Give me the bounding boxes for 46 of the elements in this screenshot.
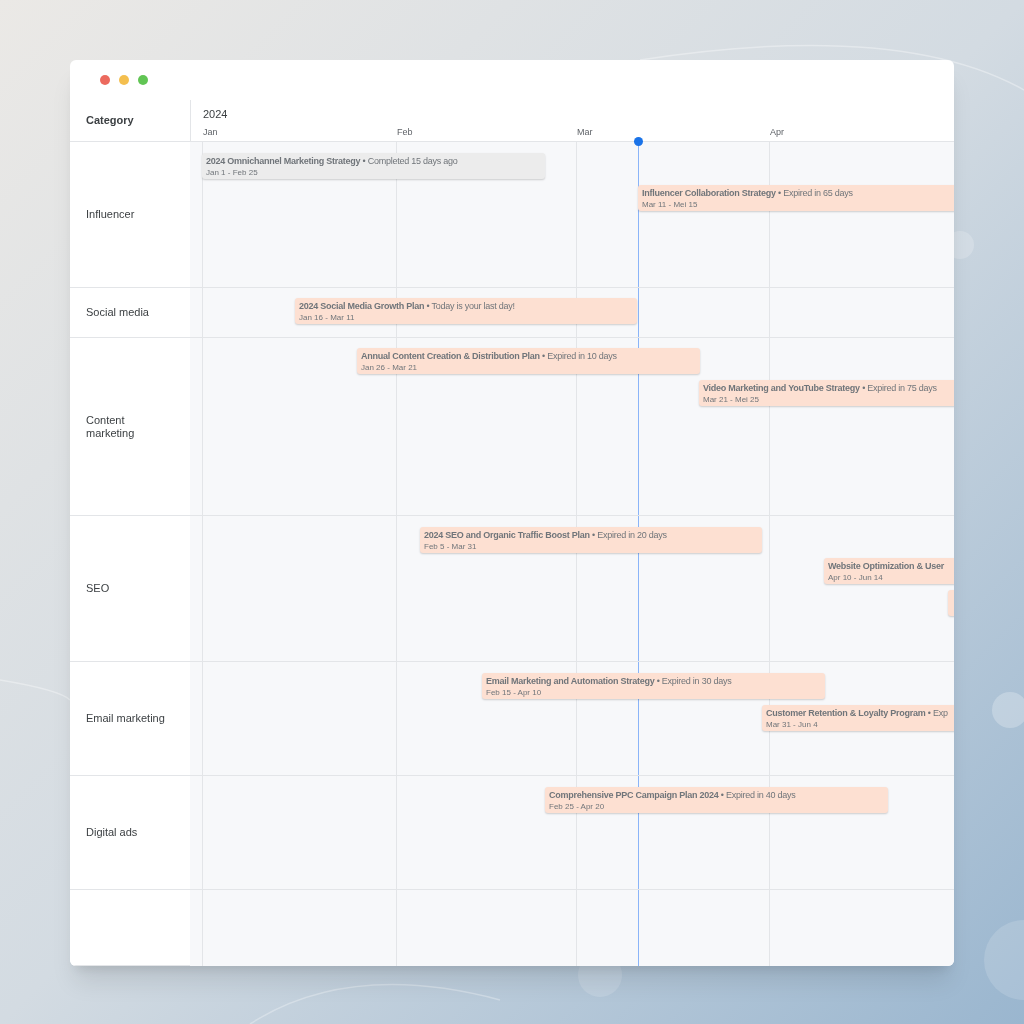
date-range: Jan 1 - Feb 25	[206, 167, 259, 178]
date-range: Jan 26 - Mar 21	[361, 362, 419, 373]
bar-title: Video Marketing and YouTube Strategy • Expired in 75 days	[703, 383, 938, 394]
category-label: Social media	[86, 306, 149, 319]
date-range: Mar 31 - Jun 4	[766, 719, 819, 730]
month-label: Jan	[203, 126, 218, 139]
timeline-bar[interactable]: 2024 Social Media Growth Plan • Today is your last day! Jan 16 - Mar 11	[295, 298, 637, 324]
timeline-bar[interactable]: Annual Content Creation & Distribution Plan • Expired in 10 days Jan 26 - Mar 21	[357, 348, 700, 374]
timeline-bar[interactable]: Video Marketing and YouTube Strategy • Expired in 75 days Mar 21 - Mei 25	[699, 380, 954, 406]
timeline-bar[interactable]: Customer Retention & Loyalty Program • Exp Mar 31 - Jun 4	[762, 705, 954, 731]
minimize-button[interactable]	[119, 75, 129, 85]
timeline-bar[interactable]: Comprehensive PPC Campaign Plan 2024 • Expired in 40 days Feb 25 - Apr 20	[545, 787, 888, 813]
today-marker	[634, 137, 643, 146]
column-header: Category	[86, 113, 134, 129]
timeline-bar[interactable]: 2024 SEO and Organic Traffic Boost Plan • Expired in 20 days Feb 5 - Mar 31	[420, 527, 762, 553]
bar-title: Customer Retention & Loyalty Program • Exp	[766, 708, 949, 719]
date-range: Feb 25 - Apr 20	[549, 801, 606, 812]
timeline-bar[interactable]: 2024 Omnichannel Marketing Strategy • Completed 15 days ago Jan 1 - Feb 25	[202, 153, 545, 179]
bar-title: Email Marketing and Automation Strategy • Expired in 30 days	[486, 676, 733, 687]
category-label: Digital ads	[86, 826, 138, 839]
bar-title: 2024 Social Media Growth Plan • Today is your last day!	[299, 301, 516, 312]
bar-title: 2024 SEO and Organic Traffic Boost Plan • Expired in 20 days	[424, 530, 668, 541]
date-range: Apr 10 - Jun 14	[828, 572, 884, 583]
bar-title: 2024 Omnichannel Marketing Strategy • Completed 15 days ago	[206, 156, 459, 167]
timeline-bar[interactable]: Website Optimization & User Apr 10 - Jun 14	[824, 558, 954, 584]
category-label: Email marketing	[86, 712, 165, 725]
month-label: Apr	[770, 126, 784, 139]
bar-title: Annual Content Creation & Distribution Plan • Expired in 10 days	[361, 351, 618, 362]
date-range: Jan 16 - Mar 11	[299, 312, 356, 323]
month-label: Feb	[397, 126, 413, 139]
category-label: SEO	[86, 582, 110, 595]
category-label: Content marketing	[86, 413, 136, 440]
bar-title: Website Optimization & User	[828, 561, 946, 572]
close-button[interactable]	[100, 75, 110, 85]
category-label: Influencer	[86, 208, 135, 221]
timeline-bar[interactable]: Email Marketing and Automation Strategy • Expired in 30 days Feb 15 - Apr 10	[482, 673, 825, 699]
bar-title: Comprehensive PPC Campaign Plan 2024 • Expired in 40 days	[549, 790, 797, 801]
year-label: 2024	[203, 107, 228, 122]
zoom-button[interactable]	[138, 75, 148, 85]
date-range: Feb 5 - Mar 31	[424, 541, 478, 552]
timeline-bar[interactable]: Influencer Collaboration Strategy • Expired in 65 days Mar 11 - Mei 15	[638, 185, 954, 211]
date-range: Mar 11 - Mei 15	[642, 199, 699, 210]
date-range: Mar 21 - Mei 25	[703, 394, 761, 405]
bar-title: Influencer Collaboration Strategy • Expired in 65 days	[642, 188, 854, 199]
date-range: Feb 15 - Apr 10	[486, 687, 543, 698]
month-label: Mar	[577, 126, 593, 139]
